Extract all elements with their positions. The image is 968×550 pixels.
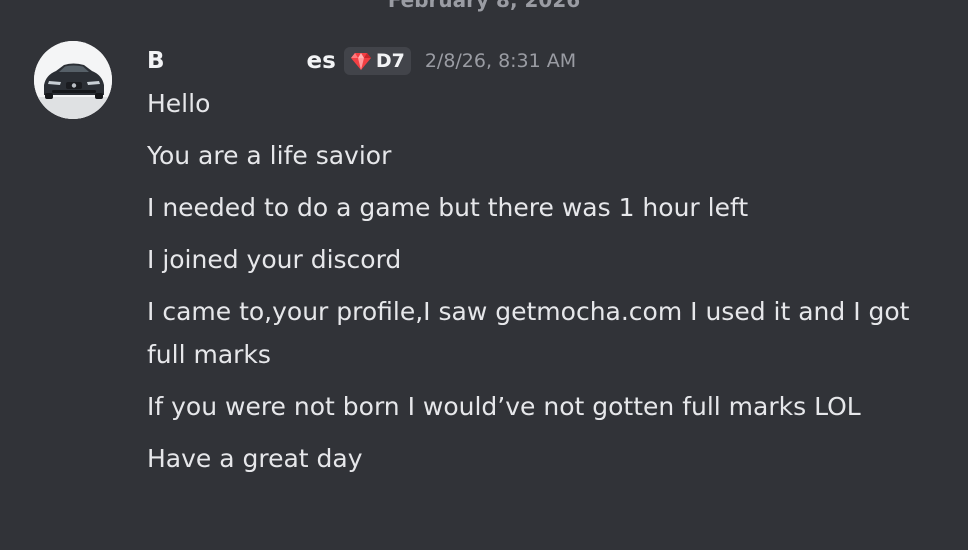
chat-view: February 8, 2026 Bes D7 2/8/26, 8:31 AM … — [0, 0, 968, 550]
message-text: I came to,your profile,I saw getmocha.co… — [147, 297, 918, 369]
username-end: es — [306, 48, 336, 74]
message-text: You are a life savior — [147, 141, 392, 170]
badge-label: D7 — [375, 50, 405, 72]
message-text: Hello — [147, 89, 211, 118]
message-header: Bes D7 2/8/26, 8:31 AM — [147, 44, 576, 78]
date-divider: February 8, 2026 — [387, 0, 581, 12]
username[interactable]: Bes — [147, 46, 336, 76]
message-text: If you were not born I would’ve not gott… — [147, 392, 861, 421]
message-text: I joined your discord — [147, 245, 402, 274]
gem-icon — [350, 53, 371, 70]
redacted-name — [164, 46, 307, 76]
car-photo-icon — [34, 41, 112, 119]
username-start: B — [147, 48, 165, 74]
message-text: Have a great day — [147, 444, 363, 473]
message-list: Hello You are a life savior I needed to … — [147, 82, 937, 489]
role-badge[interactable]: D7 — [343, 47, 411, 75]
timestamp: 2/8/26, 8:31 AM — [424, 50, 577, 72]
message-text: I needed to do a game but there was 1 ho… — [147, 193, 749, 222]
avatar[interactable] — [34, 41, 112, 119]
